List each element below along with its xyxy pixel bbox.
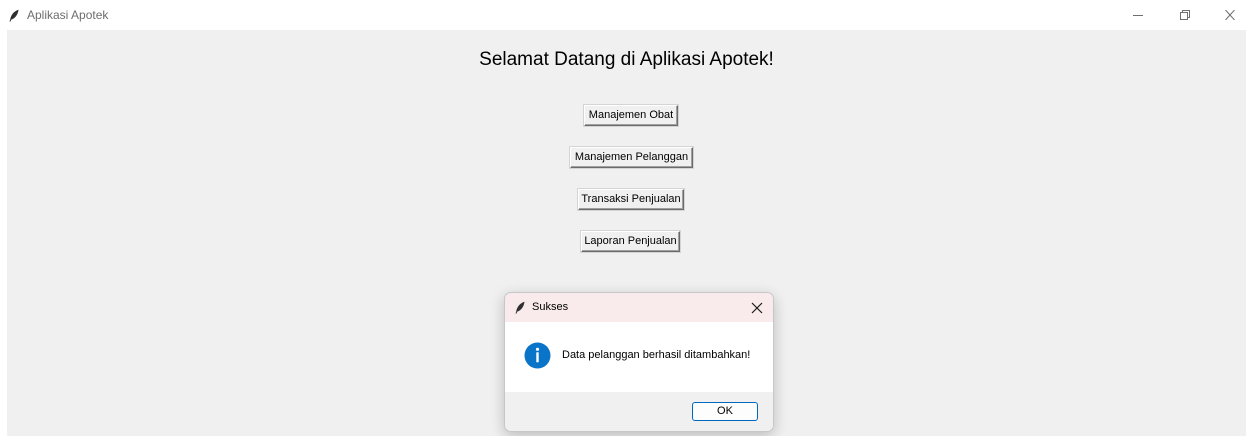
- restore-icon: [1180, 10, 1190, 20]
- close-button[interactable]: [1207, 0, 1253, 30]
- laporan-penjualan-button[interactable]: Laporan Penjualan: [581, 231, 680, 252]
- feather-icon: [9, 9, 19, 22]
- manajemen-obat-button[interactable]: Manajemen Obat: [584, 105, 678, 126]
- info-icon: [524, 342, 551, 369]
- success-dialog: Sukses Data pelanggan berhasil ditambahk…: [504, 292, 774, 432]
- minimize-button[interactable]: [1115, 0, 1161, 30]
- minimize-icon: [1133, 15, 1143, 16]
- dialog-titlebar: Sukses: [505, 293, 773, 322]
- close-icon: [1225, 10, 1235, 20]
- dialog-close-icon[interactable]: [749, 300, 765, 316]
- dialog-body: Data pelanggan berhasil ditambahkan!: [505, 322, 773, 392]
- window-titlebar: Aplikasi Apotek: [0, 0, 1253, 30]
- feather-icon: [515, 301, 525, 314]
- window-title: Aplikasi Apotek: [27, 8, 109, 22]
- welcome-heading: Selamat Datang di Aplikasi Apotek!: [479, 49, 774, 70]
- dialog-footer: OK: [505, 392, 773, 431]
- restore-button[interactable]: [1161, 0, 1207, 30]
- manajemen-pelanggan-button[interactable]: Manajemen Pelanggan: [570, 147, 693, 168]
- ok-button[interactable]: OK: [692, 402, 758, 421]
- dialog-title: Sukses: [532, 301, 569, 313]
- dialog-message: Data pelanggan berhasil ditambahkan!: [562, 349, 751, 361]
- transaksi-penjualan-button[interactable]: Transaksi Penjualan: [578, 189, 684, 210]
